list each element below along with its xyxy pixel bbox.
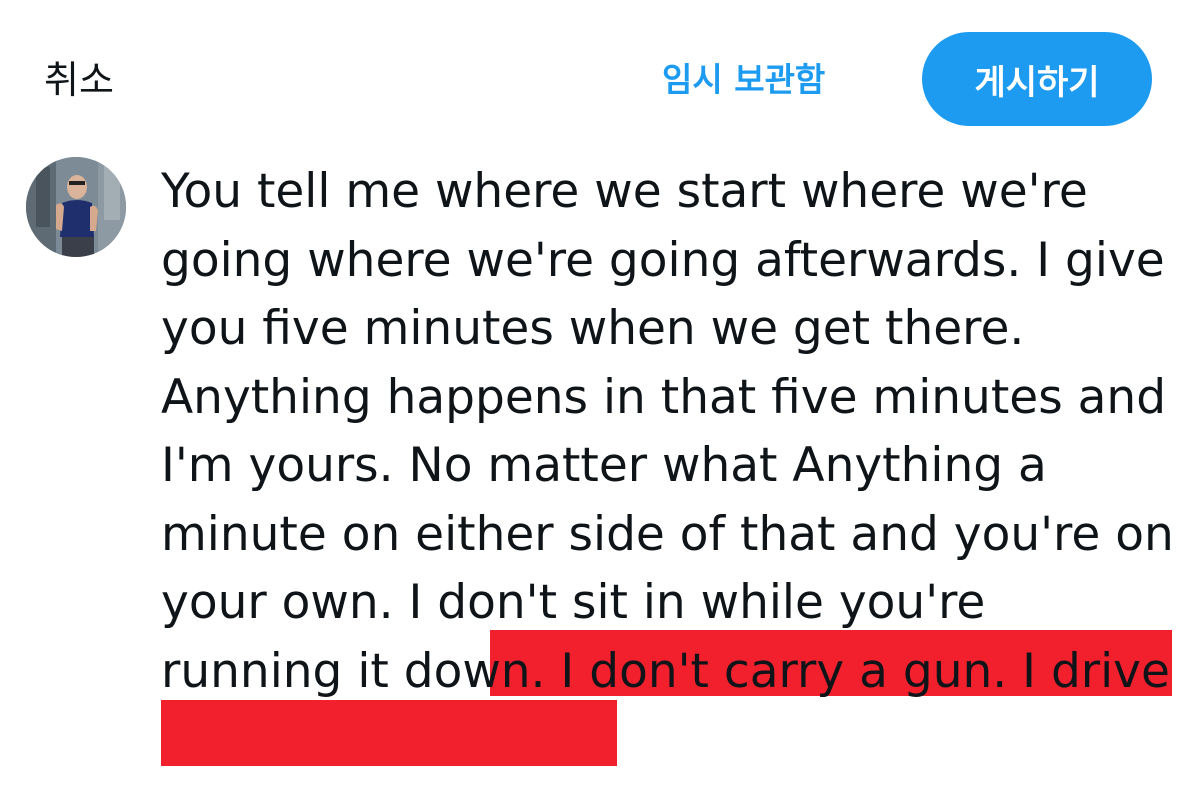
cancel-button[interactable]: 취소 — [44, 56, 114, 104]
compose-text-highlighted: unning it down. I don't carry a gun. I d… — [180, 643, 1170, 699]
drafts-button[interactable]: 임시 보관함 — [662, 58, 825, 102]
profile-photo-icon — [26, 157, 126, 257]
post-button[interactable]: 게시하기 — [922, 32, 1152, 126]
avatar[interactable] — [26, 157, 126, 257]
compose-textarea[interactable]: You tell me where we start where we're g… — [161, 158, 1181, 706]
highlight-mark-line-2 — [161, 700, 617, 766]
compose-text-main: You tell me where we start where we're g… — [161, 164, 1189, 699]
